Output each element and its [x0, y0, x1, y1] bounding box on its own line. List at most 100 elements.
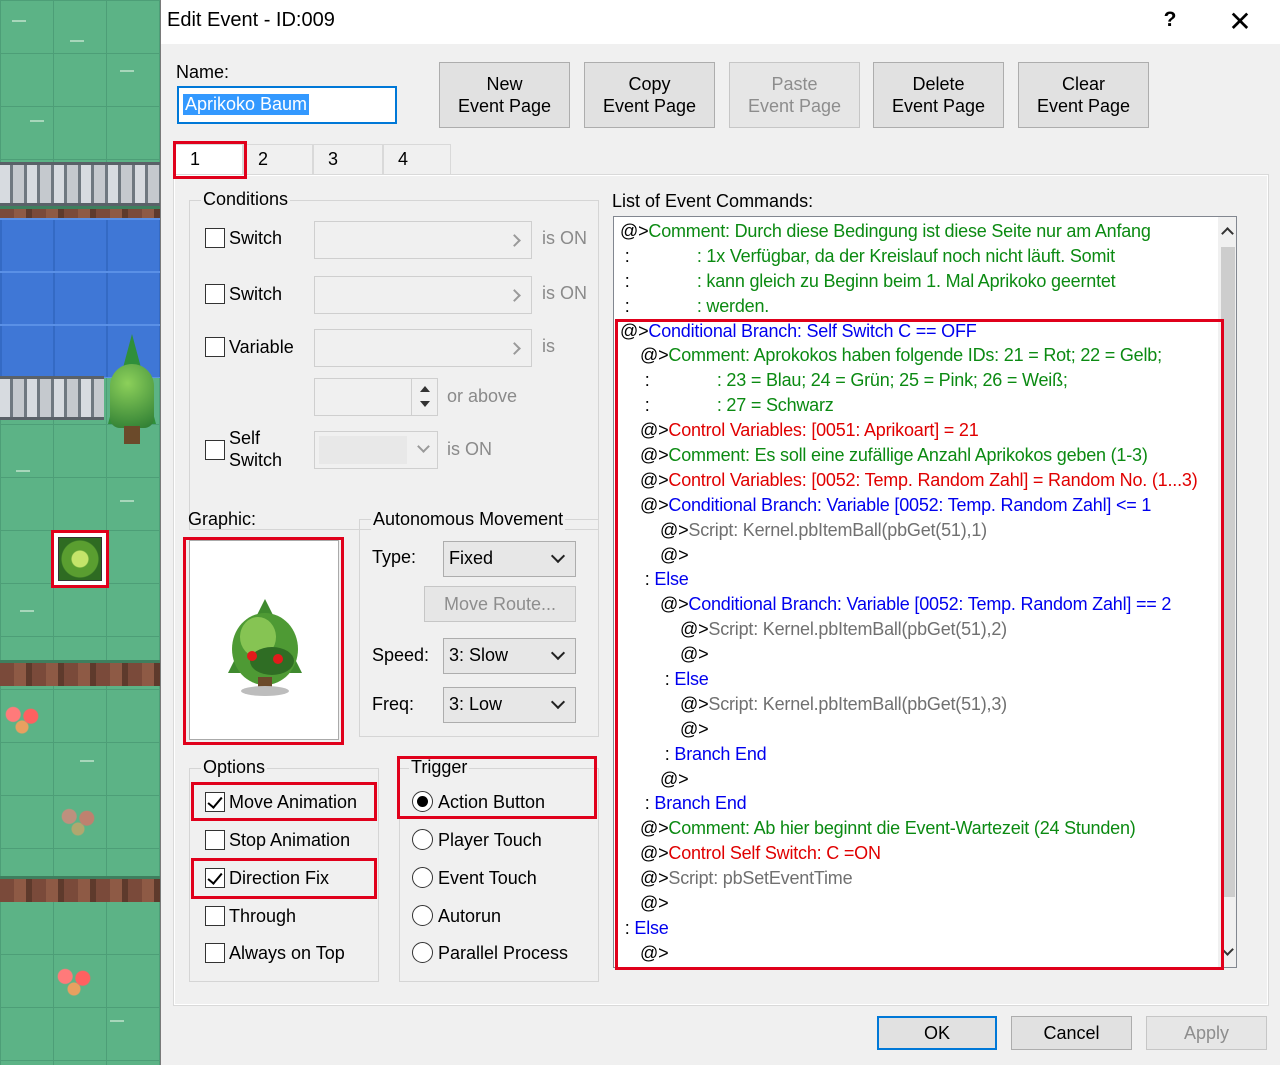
player-touch-radio[interactable] [412, 829, 433, 850]
command-line[interactable]: : : 23 = Blau; 24 = Grün; 25 = Pink; 26 … [620, 370, 1220, 395]
command-line[interactable]: @> [620, 719, 1220, 744]
direction-fix-label: Direction Fix [229, 868, 330, 888]
clear-event-page-button[interactable]: Clear Event Page [1018, 62, 1149, 128]
variable-value-stepper[interactable] [314, 378, 438, 416]
command-text: @> [680, 619, 709, 640]
scroll-down-icon[interactable] [1221, 943, 1234, 956]
command-line[interactable]: @>Conditional Branch: Self Switch C == O… [620, 321, 1220, 346]
paste-event-page-button[interactable]: Paste Event Page [729, 62, 860, 128]
speed-select[interactable]: 3: Slow [443, 638, 576, 674]
move-route-button[interactable]: Move Route... [424, 586, 576, 622]
always-on-top-checkbox[interactable] [205, 943, 225, 963]
scroll-thumb[interactable] [1221, 247, 1235, 897]
command-line[interactable]: @>Control Variables: [0051: Aprikoart] =… [620, 420, 1220, 445]
command-text: Script: pbSetEventTime [668, 868, 853, 889]
command-line[interactable]: : : werden. [620, 296, 1220, 321]
type-select[interactable]: Fixed [443, 541, 576, 577]
tab-page-2[interactable]: 2 [243, 144, 313, 174]
command-line[interactable]: @> [620, 769, 1220, 794]
command-line[interactable]: : Branch End [620, 793, 1220, 818]
command-line[interactable]: @> [620, 893, 1220, 918]
graphic-preview[interactable] [189, 540, 339, 740]
switch2-field[interactable] [314, 276, 532, 314]
apply-button[interactable]: Apply [1146, 1016, 1267, 1050]
command-line[interactable]: @>Script: Kernel.pbItemBall(pbGet(51),1) [620, 520, 1220, 545]
through-checkbox[interactable] [205, 906, 225, 926]
spin-down-icon[interactable] [420, 401, 430, 407]
grass-tile [20, 610, 34, 613]
close-icon[interactable]: ✕ [1213, 4, 1267, 40]
tab-page-4[interactable]: 4 [383, 144, 451, 174]
chevron-down-icon [550, 694, 566, 710]
command-line[interactable]: @>Script: Kernel.pbItemBall(pbGet(51),2) [620, 619, 1220, 644]
stop-animation-checkbox[interactable] [205, 830, 225, 850]
action-button-radio[interactable] [412, 791, 433, 812]
command-line[interactable]: : Else [620, 669, 1220, 694]
command-line[interactable]: @>Comment: Ab hier beginnt die Event-War… [620, 818, 1220, 843]
tab-page-3[interactable]: 3 [313, 144, 383, 174]
command-line[interactable]: @>Conditional Branch: Variable [0052: Te… [620, 594, 1220, 619]
command-line[interactable]: @>Control Self Switch: C =ON [620, 843, 1220, 868]
command-text: Conditional Branch: Self Switch C == OFF [648, 320, 977, 341]
action-button-label: Action Button [438, 792, 546, 812]
switch1-field[interactable] [314, 221, 532, 259]
copy-event-page-button[interactable]: Copy Event Page [584, 62, 715, 128]
chevron-down-icon [550, 645, 566, 661]
command-line[interactable]: : Else [620, 918, 1220, 943]
move-animation-label: Move Animation [229, 792, 358, 812]
command-text: : [620, 270, 697, 291]
self-switch-select[interactable] [314, 431, 438, 469]
variable-field[interactable] [314, 329, 532, 367]
command-line[interactable]: @> [620, 943, 1220, 967]
command-line[interactable]: : : 1x Verfügbar, da der Kreislauf noch … [620, 246, 1220, 271]
scroll-up-icon[interactable] [1221, 227, 1234, 240]
command-line[interactable]: @> [620, 545, 1220, 570]
autorun-radio[interactable] [412, 905, 433, 926]
command-text: @> [640, 445, 669, 466]
command-line[interactable]: @>Script: Kernel.pbItemBall(pbGet(51),3) [620, 694, 1220, 719]
command-text: @> [640, 868, 669, 889]
command-text: Comment: Es soll eine zufällige Anzahl A… [668, 445, 1148, 466]
command-text: @> [660, 544, 689, 565]
command-line[interactable]: @>Comment: Es soll eine zufällige Anzahl… [620, 445, 1220, 470]
ok-button[interactable]: OK [877, 1016, 997, 1050]
switch1-checkbox[interactable] [205, 228, 225, 248]
command-text: : 23 = Blau; 24 = Grün; 25 = Pink; 26 = … [716, 370, 1068, 391]
self-switch-checkbox[interactable] [205, 440, 225, 460]
spin-up-icon[interactable] [420, 386, 430, 392]
command-text: @> [680, 718, 709, 739]
vertical-scrollbar[interactable] [1218, 217, 1236, 967]
player-touch-label: Player Touch [438, 830, 542, 850]
cancel-button[interactable]: Cancel [1011, 1016, 1132, 1050]
command-line[interactable]: @>Comment: Aprokokos haben folgende IDs:… [620, 345, 1220, 370]
selected-event-tile[interactable] [51, 530, 109, 588]
delete-event-page-button[interactable]: Delete Event Page [873, 62, 1004, 128]
map-view[interactable] [0, 0, 160, 1065]
variable-checkbox[interactable] [205, 337, 225, 357]
dialog-body: Name: Aprikoko Baum New Event Page Copy Ev… [173, 44, 1269, 1006]
grass-tile [30, 120, 44, 123]
command-line[interactable]: @>Control Variables: [0052: Temp. Random… [620, 470, 1220, 495]
command-line[interactable]: @> [620, 644, 1220, 669]
new-event-page-button[interactable]: New Event Page [439, 62, 570, 128]
direction-fix-checkbox[interactable] [205, 868, 225, 888]
freq-select[interactable]: 3: Low [443, 687, 576, 723]
command-line[interactable]: : Else [620, 569, 1220, 594]
command-line[interactable]: : : 27 = Schwarz [620, 395, 1220, 420]
command-line[interactable]: @>Script: pbSetEventTime [620, 868, 1220, 893]
autorun-label: Autorun [438, 906, 502, 926]
command-line[interactable]: @>Comment: Durch diese Bedingung ist die… [620, 221, 1220, 246]
move-animation-checkbox[interactable] [205, 792, 225, 812]
command-line[interactable]: : : kann gleich zu Beginn beim 1. Mal Ap… [620, 271, 1220, 296]
name-input[interactable]: Aprikoko Baum [177, 86, 397, 124]
tab-page-1[interactable]: 1 [175, 144, 243, 174]
event-touch-radio[interactable] [412, 867, 433, 888]
command-line[interactable]: : Branch End [620, 744, 1220, 769]
command-text: Else [654, 569, 689, 590]
command-line[interactable]: @>Conditional Branch: Variable [0052: Te… [620, 495, 1220, 520]
event-commands-list[interactable]: @>Comment: Durch diese Bedingung ist die… [613, 216, 1237, 968]
ledge-row [0, 206, 160, 218]
question-icon[interactable]: ? [1155, 8, 1185, 36]
parallel-process-radio[interactable] [412, 942, 433, 963]
switch2-checkbox[interactable] [205, 284, 225, 304]
